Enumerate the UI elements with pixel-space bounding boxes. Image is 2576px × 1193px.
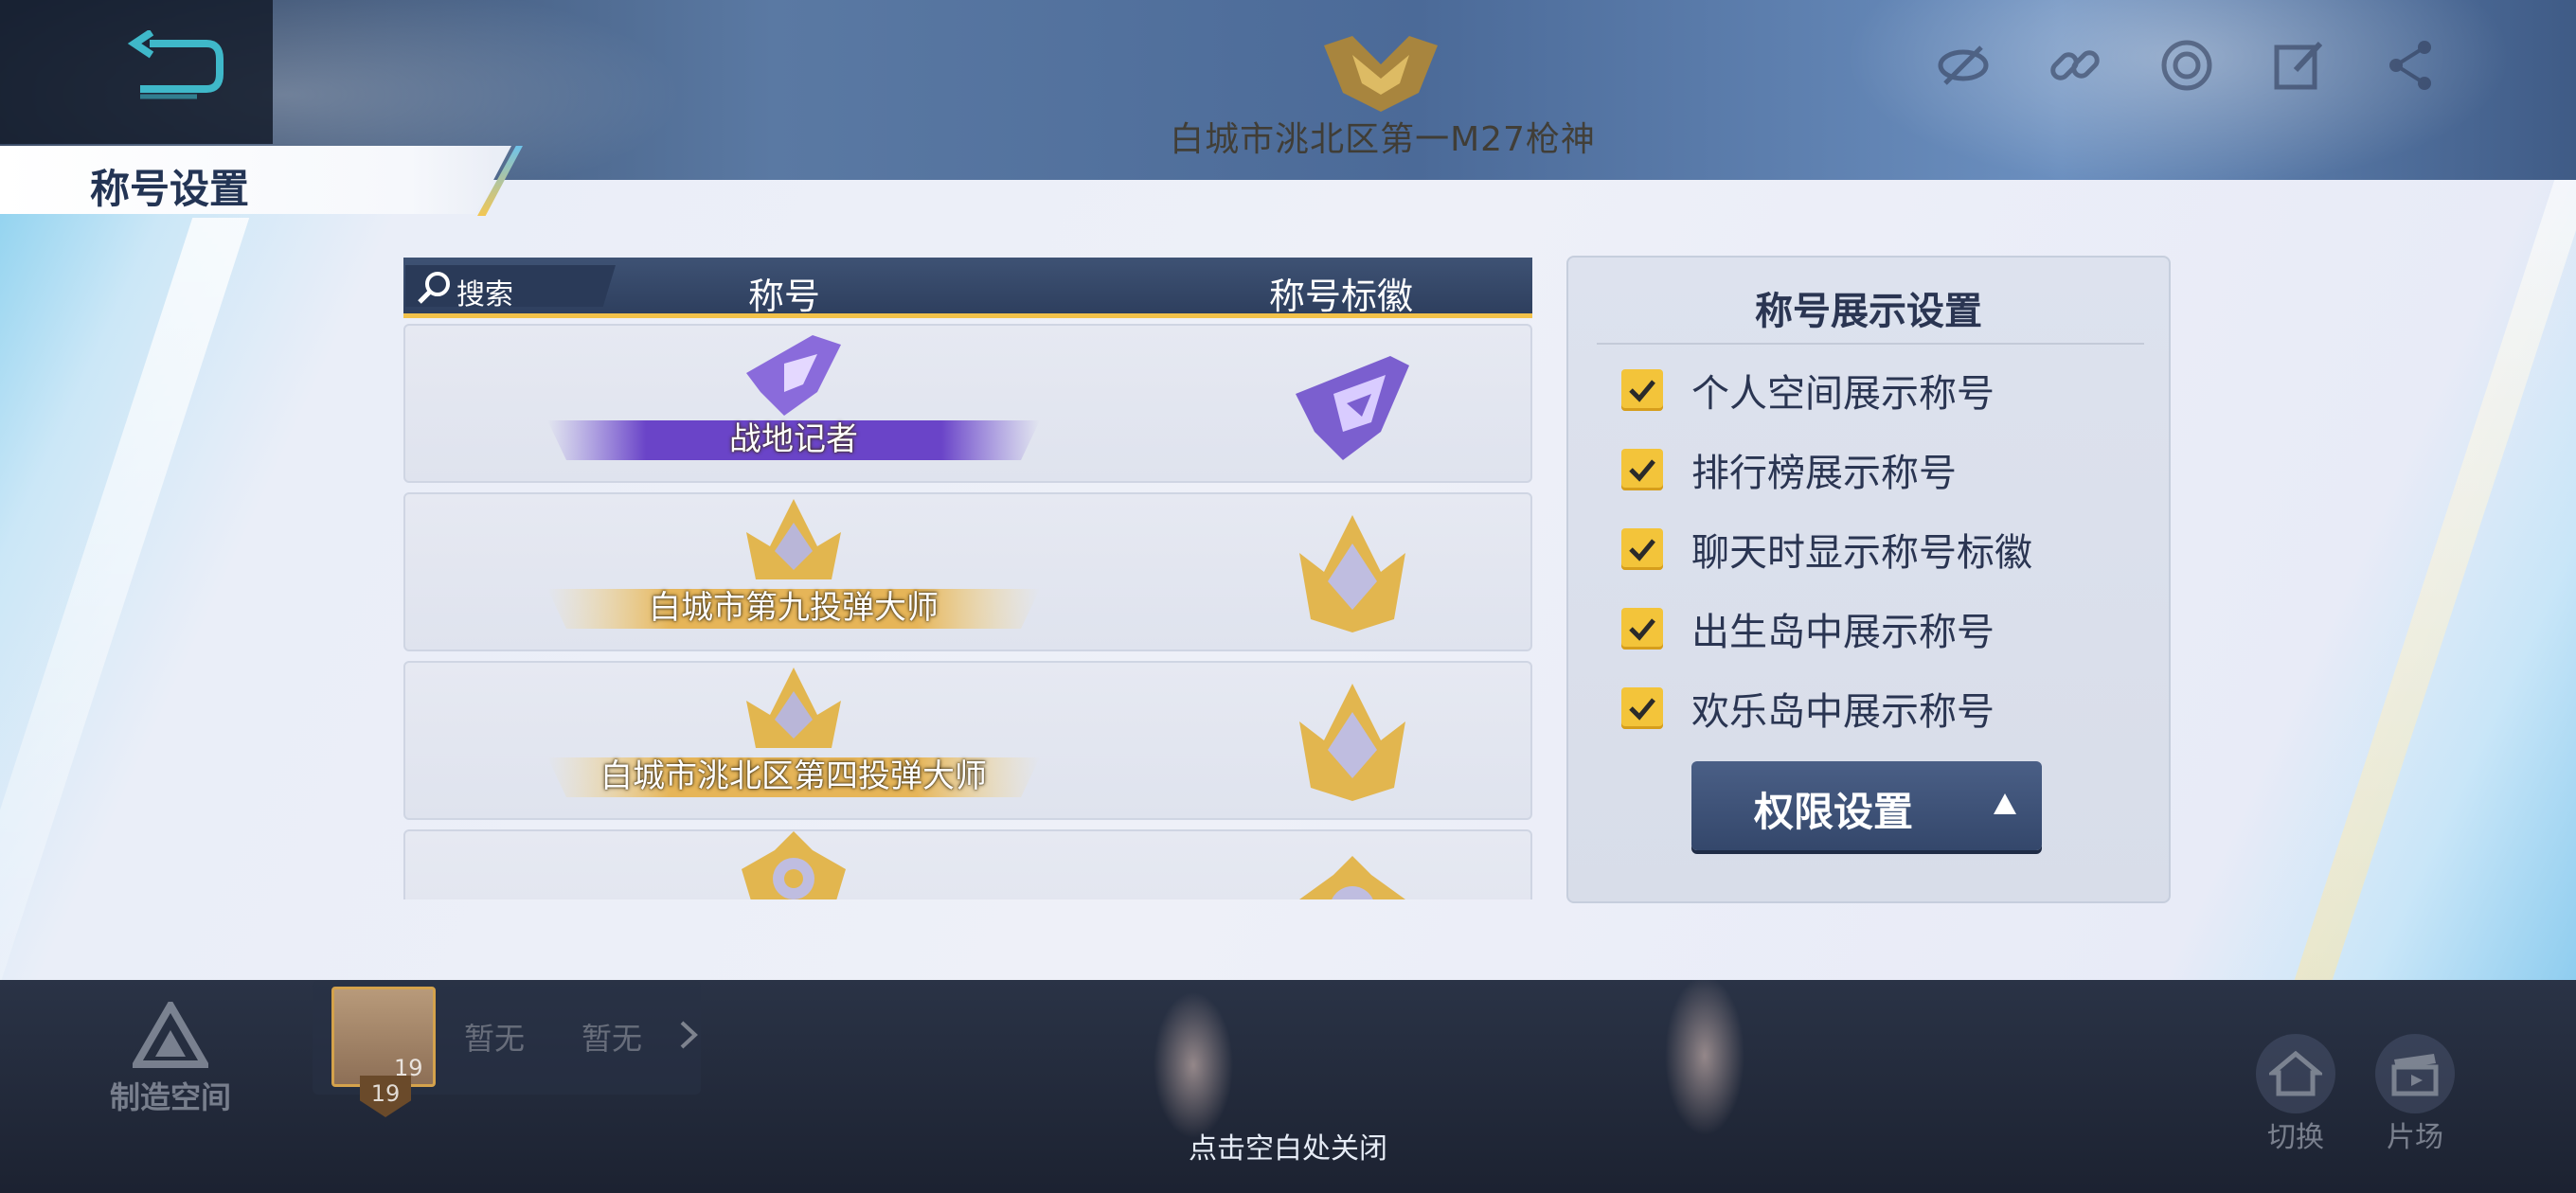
create-space-label: 制造空间 <box>109 1079 231 1115</box>
create-space-button[interactable]: 制造空间 <box>95 1002 246 1117</box>
back-button-panel[interactable] <box>0 0 273 144</box>
option-label: 欢乐岛中展示称号 <box>1691 690 1995 734</box>
link-icon[interactable] <box>2044 34 2106 97</box>
gold-crown-badge-icon <box>1299 515 1405 632</box>
checkbox[interactable] <box>1621 369 1663 411</box>
search-placeholder: 搜索 <box>456 278 513 312</box>
edit-icon[interactable] <box>2267 34 2330 97</box>
home-switch-icon <box>2256 1034 2335 1113</box>
check-icon <box>1629 539 1655 561</box>
title-name: 战地记者 <box>729 420 858 458</box>
studio-label: 片场 <box>2387 1121 2443 1154</box>
panel-title-tab <box>0 146 511 214</box>
gold-target-badge-icon <box>1299 856 1405 899</box>
display-settings-panel: 称号展示设置 个人空间展示称号 排行榜展示称号 聊天时显示称号标徽 出生岛中展示… <box>1566 256 2171 903</box>
current-title-emblem-icon <box>1324 36 1438 112</box>
title-name: 白城市洮北区第四投弹大师 <box>600 757 987 795</box>
friend-slot[interactable]: 暂无 <box>464 1015 525 1059</box>
purple-g-badge-icon <box>1296 356 1409 460</box>
decor-stripe <box>0 218 250 980</box>
check-icon <box>1629 459 1655 482</box>
triangle-up-icon <box>1994 793 2016 814</box>
switch-button[interactable]: 切换 <box>2248 1034 2343 1155</box>
option-label: 聊天时显示称号标徽 <box>1691 531 2032 575</box>
check-icon <box>1629 618 1655 641</box>
title-row[interactable]: 白城市洮北区第四投弹大师 <box>403 661 1532 820</box>
check-icon <box>1629 380 1655 402</box>
permission-settings-button[interactable]: 权限设置 <box>1691 761 2042 850</box>
decor-stripe <box>2294 180 2576 980</box>
studio-button[interactable]: 片场 <box>2368 1034 2462 1155</box>
checkbox[interactable] <box>1621 608 1663 650</box>
permission-settings-label: 权限设置 <box>1753 789 1913 835</box>
search-icon <box>418 272 450 304</box>
top-toolbar <box>1932 34 2442 97</box>
option-label: 出生岛中展示称号 <box>1691 611 1995 654</box>
friend-slot[interactable]: 暂无 <box>581 1015 642 1059</box>
switch-label: 切换 <box>2267 1121 2324 1154</box>
shield-level: 19 <box>370 1080 401 1107</box>
option-label: 个人空间展示称号 <box>1691 372 1995 416</box>
search-input[interactable]: 搜索 <box>405 265 616 307</box>
option-fun-island[interactable]: 欢乐岛中展示称号 <box>1621 680 1995 737</box>
title-list[interactable]: 战地记者 白城市第九投弹大师 白城市洮北区第四投弹大师 <box>403 324 1532 899</box>
title-list-header: 搜索 称号 称号标徽 <box>403 258 1532 318</box>
check-icon <box>1629 698 1655 721</box>
column-badge-header: 称号标徽 <box>1269 276 1414 317</box>
option-leaderboard[interactable]: 排行榜展示称号 <box>1621 441 1957 498</box>
checkbox[interactable] <box>1621 687 1663 729</box>
gold-target-crest-icon <box>742 831 846 899</box>
spiral-icon[interactable] <box>2156 34 2218 97</box>
option-label: 排行榜展示称号 <box>1691 452 1957 495</box>
triangle-logo-icon <box>133 1002 208 1068</box>
title-row[interactable] <box>403 829 1532 899</box>
share-icon[interactable] <box>2379 34 2442 97</box>
chevron-right-icon[interactable] <box>678 1021 699 1049</box>
close-hint[interactable]: 点击空白处关闭 <box>1099 1125 1477 1166</box>
back-arrow-icon[interactable] <box>121 30 225 106</box>
hide-eye-icon[interactable] <box>1932 34 1995 97</box>
option-chat-badge[interactable]: 聊天时显示称号标徽 <box>1621 521 2032 578</box>
title-name: 白城市第九投弹大师 <box>649 589 939 627</box>
title-row[interactable]: 战地记者 <box>403 324 1532 483</box>
column-title-header: 称号 <box>748 276 821 317</box>
title-row[interactable]: 白城市第九投弹大师 <box>403 492 1532 651</box>
option-personal-space[interactable]: 个人空间展示称号 <box>1621 362 1995 418</box>
display-settings-title: 称号展示设置 <box>1755 290 1982 333</box>
checkbox[interactable] <box>1621 528 1663 570</box>
checkbox[interactable] <box>1621 449 1663 490</box>
option-spawn-island[interactable]: 出生岛中展示称号 <box>1621 600 1995 657</box>
gold-crown-badge-icon <box>1299 684 1405 801</box>
panel-title: 称号设置 <box>90 166 250 212</box>
divider <box>1597 343 2144 345</box>
clapperboard-icon <box>2375 1034 2455 1113</box>
current-title-text: 白城市洮北区第一M27枪神 <box>1170 120 1596 159</box>
